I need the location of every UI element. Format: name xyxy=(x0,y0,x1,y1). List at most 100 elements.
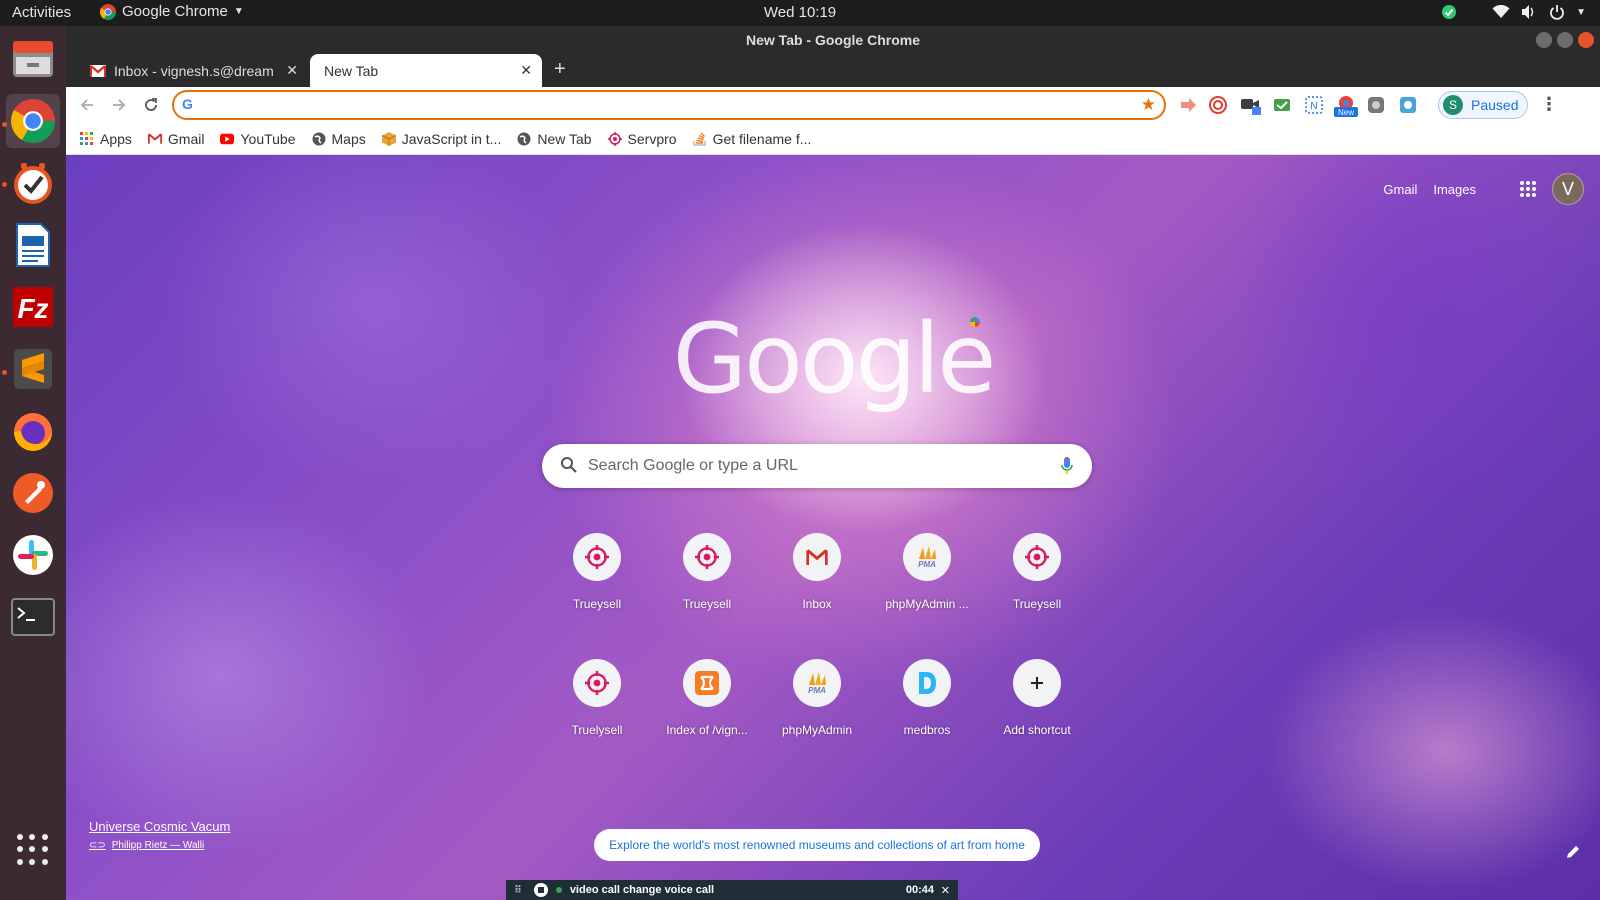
clock[interactable]: Wed 10:19 xyxy=(764,4,836,21)
chevron-down-icon[interactable]: ▼ xyxy=(1576,7,1586,18)
bookmark-get-filename[interactable]: Get filename f... xyxy=(692,131,811,147)
stop-call-icon[interactable] xyxy=(533,883,548,897)
doodle-icon[interactable] xyxy=(970,317,980,327)
window-title-bar: New Tab - Google Chrome xyxy=(66,26,1600,54)
shortcut-label: Trueysell xyxy=(572,597,622,611)
forward-button[interactable] xyxy=(108,94,130,116)
tab-strip: Inbox - vignesh.s@dream ✕ New Tab ✕ + xyxy=(66,54,1600,87)
svg-text:PMA: PMA xyxy=(918,560,936,569)
shortcut-tile[interactable]: Truelysell xyxy=(542,659,652,771)
extension-gray-icon[interactable] xyxy=(1366,95,1386,115)
close-tab-icon[interactable]: ✕ xyxy=(520,62,532,79)
kebab-menu-icon[interactable]: ⋮ xyxy=(1540,94,1558,115)
activities-button[interactable]: Activities xyxy=(12,4,71,21)
address-bar[interactable]: G ★ xyxy=(172,90,1166,120)
new-tab-page: Gmail Images V Google Trueysell Tr xyxy=(66,155,1600,900)
extension-swirl-icon[interactable] xyxy=(1208,95,1228,115)
shortcut-label: Add shortcut xyxy=(1003,723,1071,737)
pma-icon: PMA xyxy=(903,533,951,581)
shortcut-tile[interactable]: Trueysell xyxy=(652,533,762,645)
firefox-icon[interactable] xyxy=(6,404,60,458)
bookmark-javascript[interactable]: JavaScript in t... xyxy=(381,130,502,147)
dock: Fz xyxy=(0,26,66,900)
terminal-icon[interactable] xyxy=(6,590,60,644)
ntp-search-box[interactable] xyxy=(542,444,1092,488)
address-input[interactable] xyxy=(204,95,1124,115)
bookmark-gmail[interactable]: Gmail xyxy=(147,131,204,147)
close-window-button[interactable] xyxy=(1578,32,1594,48)
close-tab-icon[interactable]: ✕ xyxy=(286,62,298,79)
writer-icon[interactable] xyxy=(6,218,60,272)
extension-new-icon[interactable]: New xyxy=(1334,95,1358,117)
extension-blue-icon[interactable] xyxy=(1398,95,1418,115)
minimize-button[interactable] xyxy=(1536,32,1552,48)
shortcut-tile[interactable]: Index of /vign... xyxy=(652,659,762,771)
maximize-button[interactable] xyxy=(1557,32,1573,48)
bookmark-youtube[interactable]: YouTube xyxy=(220,131,296,147)
tab-title: New Tab xyxy=(324,62,379,79)
account-avatar[interactable]: V xyxy=(1552,173,1584,205)
shortcut-tile[interactable]: PMA phpMyAdmin xyxy=(762,659,872,771)
filezilla-icon[interactable]: Fz xyxy=(6,280,60,334)
close-icon[interactable]: ✕ xyxy=(941,884,950,897)
bookmark-new-tab[interactable]: New Tab xyxy=(517,131,592,147)
ntp-search-input[interactable] xyxy=(588,454,1048,478)
reload-button[interactable] xyxy=(140,94,162,116)
show-applications-icon[interactable] xyxy=(17,834,49,866)
google-apps-icon[interactable] xyxy=(1520,181,1536,197)
shortcut-tile[interactable]: Trueysell xyxy=(982,533,1092,645)
chrome-icon[interactable] xyxy=(6,94,60,148)
extension-arrow-icon[interactable] xyxy=(1178,95,1198,115)
postman-icon[interactable] xyxy=(6,466,60,520)
todo-icon[interactable] xyxy=(6,156,60,210)
add-shortcut-button[interactable]: Add shortcut xyxy=(982,659,1092,771)
extension-notion-icon[interactable]: N xyxy=(1304,95,1324,115)
shortcut-tile[interactable]: PMA phpMyAdmin ... xyxy=(872,533,982,645)
bookmark-label: JavaScript in t... xyxy=(401,130,502,147)
plus-icon xyxy=(1013,659,1061,707)
sync-check-icon[interactable] xyxy=(1440,3,1458,21)
app-menu[interactable]: Google Chrome ▼ xyxy=(100,3,244,20)
drag-handle-icon[interactable]: ⠿ xyxy=(514,885,522,896)
shortcut-label: phpMyAdmin xyxy=(781,723,853,737)
shortcut-label: medbros xyxy=(903,723,951,737)
bookmark-servpro[interactable]: Servpro xyxy=(607,130,677,147)
promo-text: Explore the world's most renowned museum… xyxy=(609,838,1025,852)
wifi-icon[interactable] xyxy=(1492,3,1510,21)
bookmark-star-icon[interactable]: ★ xyxy=(1141,95,1156,115)
profile-paused-button[interactable]: S Paused xyxy=(1438,91,1528,119)
attribution-author-row[interactable]: ⊂⊃ Philipp Rietz — Walli xyxy=(89,840,230,851)
attribution-title[interactable]: Universe Cosmic Vacum xyxy=(89,819,230,834)
target-icon xyxy=(683,533,731,581)
microphone-icon[interactable] xyxy=(1060,456,1074,481)
back-button[interactable] xyxy=(76,94,98,116)
extension-tab-icon[interactable] xyxy=(1272,95,1292,115)
app-menu-label: Google Chrome xyxy=(122,3,228,20)
chevron-down-icon: ▼ xyxy=(233,6,244,17)
sublime-icon[interactable] xyxy=(6,342,60,396)
slack-icon[interactable] xyxy=(6,528,60,582)
extension-video-icon[interactable] xyxy=(1240,95,1261,115)
customize-pencil-icon[interactable] xyxy=(1566,845,1580,864)
bookmark-label: Servpro xyxy=(627,130,677,147)
search-icon xyxy=(560,456,578,479)
shortcut-tile[interactable]: Inbox xyxy=(762,533,872,645)
call-sharing-bar: ⠿ video call change voice call 00:44 ✕ xyxy=(506,880,958,900)
bookmark-maps[interactable]: Maps xyxy=(312,131,366,147)
tab-inbox[interactable]: Inbox - vignesh.s@dream ✕ xyxy=(76,54,308,87)
volume-icon[interactable] xyxy=(1520,3,1538,21)
bookmark-apps[interactable]: Apps xyxy=(80,131,132,147)
gmail-link[interactable]: Gmail xyxy=(1383,182,1417,197)
images-link[interactable]: Images xyxy=(1433,182,1476,197)
link-icon: ⊂⊃ xyxy=(89,840,106,851)
svg-text:Fz: Fz xyxy=(17,293,48,324)
promo-banner[interactable]: Explore the world's most renowned museum… xyxy=(594,829,1040,861)
youtube-icon xyxy=(220,132,235,146)
new-tab-button[interactable]: + xyxy=(554,58,566,81)
bookmark-label: Maps xyxy=(331,130,366,147)
shortcut-tile[interactable]: Trueysell xyxy=(542,533,652,645)
tab-new-tab[interactable]: New Tab ✕ xyxy=(310,54,542,87)
shortcut-tile[interactable]: medbros xyxy=(872,659,982,771)
files-icon[interactable] xyxy=(6,32,60,86)
power-icon[interactable] xyxy=(1548,3,1566,21)
